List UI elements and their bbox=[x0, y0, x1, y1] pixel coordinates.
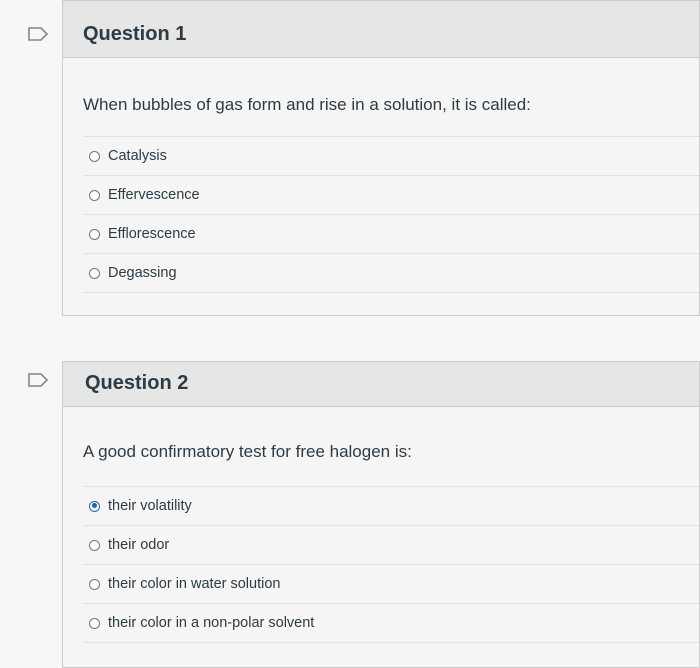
radio-button[interactable] bbox=[89, 578, 100, 590]
answer-label: their volatility bbox=[108, 498, 192, 514]
answer-label: their color in a non-polar solvent bbox=[108, 615, 315, 631]
question-header: Question 2 bbox=[63, 362, 699, 407]
question-text: A good confirmatory test for free haloge… bbox=[83, 442, 412, 461]
flag-question-icon[interactable] bbox=[28, 27, 48, 41]
question-header: Question 1 bbox=[63, 1, 699, 58]
question-title: Question 2 bbox=[85, 372, 189, 394]
answer-option[interactable]: Catalysis bbox=[83, 136, 699, 175]
flag-question-icon[interactable] bbox=[28, 373, 48, 387]
answer-option[interactable]: their color in water solution bbox=[83, 564, 699, 603]
answer-label: Efflorescence bbox=[108, 226, 196, 242]
radio-button[interactable] bbox=[89, 539, 100, 551]
answer-option[interactable]: their volatility bbox=[83, 486, 699, 525]
question-body: A good confirmatory test for free haloge… bbox=[63, 407, 699, 643]
radio-button[interactable] bbox=[89, 189, 100, 201]
answer-label: their color in water solution bbox=[108, 576, 281, 592]
answer-option[interactable]: their odor bbox=[83, 525, 699, 564]
question-2: Question 2 A good confirmatory test for … bbox=[62, 361, 700, 668]
radio-button[interactable] bbox=[89, 228, 100, 240]
answer-option[interactable]: Degassing bbox=[83, 253, 699, 293]
answer-label: Catalysis bbox=[108, 148, 167, 164]
question-body: When bubbles of gas form and rise in a s… bbox=[63, 58, 699, 293]
radio-button[interactable] bbox=[89, 617, 100, 629]
radio-button[interactable] bbox=[89, 267, 100, 279]
question-title: Question 1 bbox=[83, 23, 187, 45]
question-1: Question 1 When bubbles of gas form and … bbox=[62, 0, 700, 316]
radio-button[interactable] bbox=[89, 150, 100, 162]
question-text: When bubbles of gas form and rise in a s… bbox=[83, 95, 531, 114]
answer-option[interactable]: Efflorescence bbox=[83, 214, 699, 253]
answer-option[interactable]: their color in a non-polar solvent bbox=[83, 603, 699, 643]
radio-button-selected[interactable] bbox=[89, 500, 100, 512]
answer-label: Degassing bbox=[108, 265, 177, 281]
answer-option[interactable]: Effervescence bbox=[83, 175, 699, 214]
answer-label: their odor bbox=[108, 537, 170, 553]
answer-label: Effervescence bbox=[108, 187, 200, 203]
